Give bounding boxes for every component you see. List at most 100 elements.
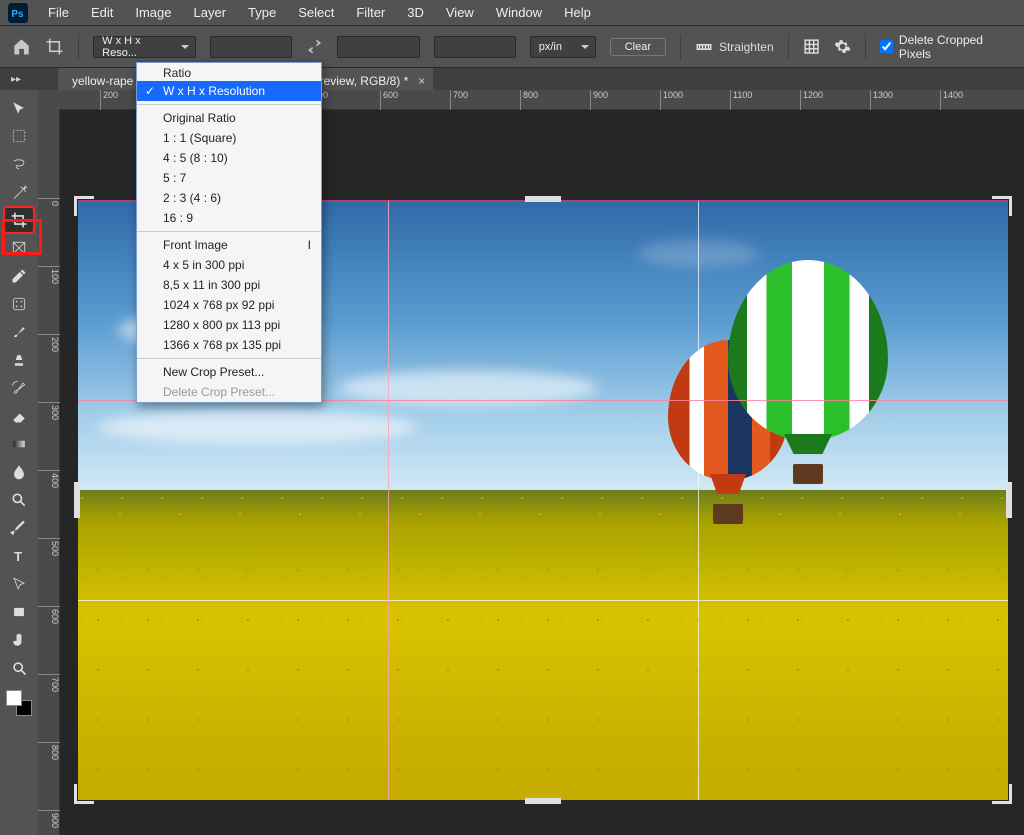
zoom-tool[interactable] xyxy=(5,656,33,680)
vertical-ruler[interactable]: 0100200300400500600700800900 xyxy=(38,110,60,835)
preset-option[interactable]: Original Ratio xyxy=(137,108,321,128)
svg-text:T: T xyxy=(14,549,22,564)
gradient-tool[interactable] xyxy=(5,432,33,456)
ruler-tick: 100 xyxy=(38,266,60,284)
delete-cropped-pixels-input[interactable] xyxy=(880,40,893,53)
crop-tool[interactable] xyxy=(5,208,33,232)
ruler-tick: 700 xyxy=(450,90,468,110)
panel-expander-icon[interactable]: ▸▸ xyxy=(0,74,32,85)
chevron-down-icon xyxy=(581,45,589,49)
app-logo-icon: Ps xyxy=(8,3,28,23)
crop-preset-selected: W x H x Reso... xyxy=(102,35,175,59)
close-tab-icon[interactable]: × xyxy=(418,74,425,88)
preset-option[interactable]: 1024 x 768 px 92 ppi xyxy=(137,295,321,315)
blur-tool[interactable] xyxy=(5,460,33,484)
foreground-color-swatch[interactable] xyxy=(6,690,22,706)
move-tool[interactable] xyxy=(5,96,33,120)
svg-text:Ps: Ps xyxy=(11,9,24,20)
preset-option[interactable]: 5 : 7 xyxy=(137,168,321,188)
ruler-tick: 1000 xyxy=(660,90,683,110)
shortcut-label: I xyxy=(308,238,311,252)
healing-brush-tool[interactable] xyxy=(5,292,33,316)
path-select-tool[interactable] xyxy=(5,572,33,596)
clone-stamp-tool[interactable] xyxy=(5,348,33,372)
crop-icon xyxy=(45,37,64,57)
preset-option[interactable]: 4 : 5 (8 : 10) xyxy=(137,148,321,168)
ruler-tick: 0 xyxy=(38,198,60,206)
menu-edit[interactable]: Edit xyxy=(81,1,123,24)
menu-window[interactable]: Window xyxy=(486,1,552,24)
eraser-tool[interactable] xyxy=(5,404,33,428)
preset-option[interactable]: Ratio xyxy=(137,63,321,81)
overlay-options-icon[interactable] xyxy=(803,38,820,56)
preset-option[interactable]: 8,5 x 11 in 300 ppi xyxy=(137,275,321,295)
menu-image[interactable]: Image xyxy=(125,1,181,24)
crop-resolution-input[interactable] xyxy=(434,36,516,58)
menu-select[interactable]: Select xyxy=(288,1,344,24)
crop-units-selected: px/in xyxy=(539,41,562,53)
menu-file[interactable]: File xyxy=(38,1,79,24)
ruler-tick: 600 xyxy=(38,606,60,624)
document-tab[interactable]: yellow-rape xyxy=(58,68,141,90)
preset-option: Delete Crop Preset... xyxy=(137,382,321,402)
chevron-down-icon xyxy=(181,45,189,49)
preset-option[interactable]: Front ImageI xyxy=(137,235,321,255)
marquee-tool[interactable] xyxy=(5,124,33,148)
clear-button[interactable]: Clear xyxy=(610,38,666,56)
color-swatches[interactable] xyxy=(6,690,32,716)
ruler-tick: 900 xyxy=(38,810,60,828)
frame-tool[interactable] xyxy=(5,236,33,260)
history-brush-tool[interactable] xyxy=(5,376,33,400)
ruler-tick: 400 xyxy=(38,470,60,488)
ruler-tick: 200 xyxy=(100,90,118,110)
hand-tool[interactable] xyxy=(5,628,33,652)
crop-preset-popup[interactable]: RatioW x H x Resolution Original Ratio1 :… xyxy=(136,62,322,403)
rectangle-tool[interactable] xyxy=(5,600,33,624)
ruler-tick: 1300 xyxy=(870,90,893,110)
crop-settings-icon[interactable] xyxy=(834,38,851,56)
straighten-icon xyxy=(695,38,713,56)
ruler-tick: 300 xyxy=(38,402,60,420)
crop-units-dropdown[interactable]: px/in xyxy=(530,36,596,58)
straighten-button[interactable]: Straighten xyxy=(695,38,774,56)
ruler-origin[interactable] xyxy=(38,90,60,110)
ruler-tick: 1400 xyxy=(940,90,963,110)
menu-type[interactable]: Type xyxy=(238,1,286,24)
ruler-tick: 800 xyxy=(38,742,60,760)
eyedropper-tool[interactable] xyxy=(5,264,33,288)
menu-3d[interactable]: 3D xyxy=(397,1,434,24)
tools-panel: T xyxy=(0,90,38,835)
preset-option[interactable]: 1280 x 800 px 113 ppi xyxy=(137,315,321,335)
pen-tool[interactable] xyxy=(5,516,33,540)
menu-filter[interactable]: Filter xyxy=(346,1,395,24)
ruler-tick: 700 xyxy=(38,674,60,692)
brush-tool[interactable] xyxy=(5,320,33,344)
ruler-tick: 1200 xyxy=(800,90,823,110)
preset-option[interactable]: 4 x 5 in 300 ppi xyxy=(137,255,321,275)
menu-view[interactable]: View xyxy=(436,1,484,24)
home-icon[interactable] xyxy=(12,37,31,57)
document-title-prefix: yellow-rape xyxy=(72,74,133,88)
ruler-tick: 800 xyxy=(520,90,538,110)
preset-option[interactable]: 16 : 9 xyxy=(137,208,321,228)
delete-cropped-pixels-label: Delete Cropped Pixels xyxy=(899,33,1012,61)
main-menubar: Ps File Edit Image Layer Type Select Fil… xyxy=(0,0,1024,26)
preset-option[interactable]: 1366 x 768 px 135 ppi xyxy=(137,335,321,355)
preset-option[interactable]: 1 : 1 (Square) xyxy=(137,128,321,148)
magic-wand-tool[interactable] xyxy=(5,180,33,204)
crop-preset-dropdown[interactable]: W x H x Reso... xyxy=(93,36,196,58)
preset-option[interactable]: New Crop Preset... xyxy=(137,362,321,382)
lasso-tool[interactable] xyxy=(5,152,33,176)
delete-cropped-pixels-checkbox[interactable]: Delete Cropped Pixels xyxy=(880,33,1012,61)
preset-option[interactable]: 2 : 3 (4 : 6) xyxy=(137,188,321,208)
swap-dimensions-icon[interactable] xyxy=(306,38,323,56)
crop-height-input[interactable] xyxy=(337,36,419,58)
crop-width-input[interactable] xyxy=(210,36,292,58)
menu-help[interactable]: Help xyxy=(554,1,601,24)
dodge-tool[interactable] xyxy=(5,488,33,512)
ruler-tick: 900 xyxy=(590,90,608,110)
type-tool[interactable]: T xyxy=(5,544,33,568)
preset-option[interactable]: W x H x Resolution xyxy=(137,81,321,101)
menu-layer[interactable]: Layer xyxy=(184,1,237,24)
ruler-tick: 600 xyxy=(380,90,398,110)
